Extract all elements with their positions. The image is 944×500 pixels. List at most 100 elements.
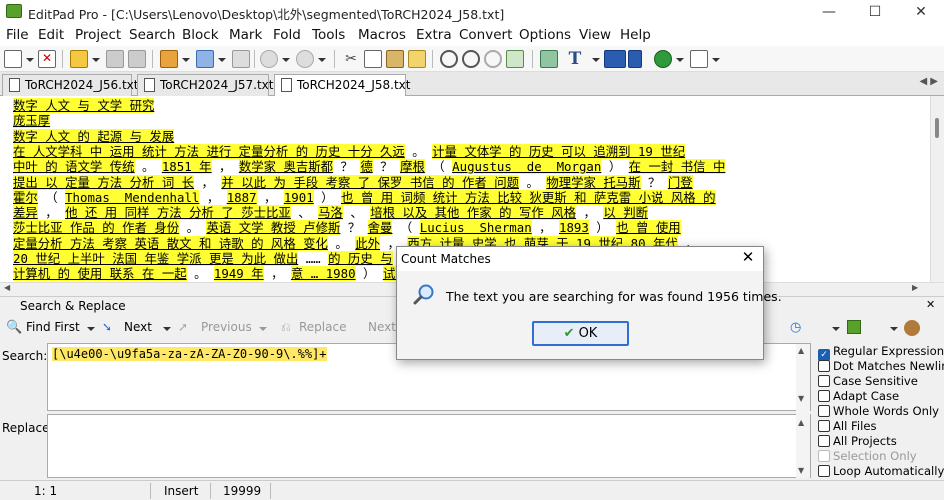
chevron-down-icon[interactable] xyxy=(318,58,326,62)
option-all-files[interactable]: All Files xyxy=(818,419,877,433)
paste-icon[interactable] xyxy=(386,50,404,68)
chevron-down-icon[interactable] xyxy=(182,58,190,62)
option-loop-automatically[interactable]: Loop Automatically xyxy=(818,464,944,478)
tab-scroll-arrows[interactable]: ◀ ▶ xyxy=(919,76,938,87)
indent-icon[interactable] xyxy=(540,50,558,68)
print-icon[interactable] xyxy=(196,50,214,68)
replace-next-button[interactable]: Next xyxy=(368,320,396,334)
checkbox[interactable] xyxy=(818,450,830,462)
find-previous-button[interactable]: Previous xyxy=(201,320,252,334)
chevron-down-icon[interactable] xyxy=(628,50,642,68)
menu-file[interactable]: File xyxy=(6,27,29,43)
search-field-scrollbar[interactable]: ▲ ▼ ▲ ▼ xyxy=(796,344,810,478)
chevron-down-icon[interactable] xyxy=(163,327,171,331)
checkbox[interactable] xyxy=(818,390,830,402)
owl-icon[interactable] xyxy=(904,320,920,336)
filter-icon[interactable] xyxy=(847,320,861,334)
zoom-out-icon[interactable] xyxy=(484,50,502,68)
insert-mode[interactable]: Insert xyxy=(164,484,198,498)
ok-button[interactable]: ✔ OK xyxy=(532,321,629,346)
scroll-right-icon[interactable]: ▶ xyxy=(912,283,918,292)
scroll-down-icon[interactable]: ▼ xyxy=(798,466,804,475)
dialog-close-button[interactable]: ✕ xyxy=(738,248,758,266)
replace-input[interactable] xyxy=(47,414,811,478)
option-adapt-case[interactable]: Adapt Case xyxy=(818,389,899,403)
chevron-down-icon[interactable] xyxy=(676,58,684,62)
chevron-down-icon[interactable] xyxy=(712,58,720,62)
tab-torch2024-j58[interactable]: ToRCH2024_J58.txt xyxy=(274,74,410,97)
chevron-down-icon[interactable] xyxy=(87,327,95,331)
open-folder-icon[interactable] xyxy=(70,50,88,68)
chevron-down-icon[interactable] xyxy=(259,327,267,331)
find-first-icon[interactable]: 🔍 xyxy=(6,320,22,335)
checkbox[interactable] xyxy=(818,465,830,477)
previous-arrow-icon[interactable]: ➚ xyxy=(178,320,188,334)
save-icon[interactable] xyxy=(106,50,124,68)
font-icon[interactable]: T xyxy=(566,50,584,68)
find-next-button[interactable]: Next xyxy=(124,320,152,334)
zoom-in-icon[interactable] xyxy=(462,50,480,68)
scroll-thumb[interactable] xyxy=(935,118,939,138)
web-browser-icon[interactable] xyxy=(654,50,672,68)
tab-torch2024-j57[interactable]: ToRCH2024_J57.txt xyxy=(137,74,273,96)
clipboard-edit-icon[interactable] xyxy=(408,50,426,68)
close-file-icon[interactable]: ✕ xyxy=(38,50,56,68)
checkbox[interactable] xyxy=(818,420,830,432)
close-window-button[interactable]: ✕ xyxy=(898,0,944,24)
word-wrap-icon[interactable] xyxy=(604,50,626,68)
scroll-up-icon[interactable]: ▲ xyxy=(798,346,804,355)
menu-extra[interactable]: Extra xyxy=(416,27,452,43)
search-icon[interactable] xyxy=(440,50,458,68)
new-file-icon[interactable] xyxy=(4,50,22,68)
option-whole-words-only[interactable]: Whole Words Only xyxy=(818,404,939,418)
close-icon[interactable]: ✕ xyxy=(926,298,935,311)
replace-button[interactable]: Replace xyxy=(299,320,346,334)
option-dot-matches-newline[interactable]: Dot Matches Newline xyxy=(818,359,944,373)
menu-help[interactable]: Help xyxy=(620,27,651,43)
project-icon[interactable] xyxy=(160,50,178,68)
undo-icon[interactable] xyxy=(260,50,278,68)
cut-icon[interactable]: ✂ xyxy=(342,50,360,68)
scroll-down-icon[interactable]: ▼ xyxy=(798,394,804,403)
find-first-button[interactable]: Find First xyxy=(26,320,80,334)
replace-icon[interactable] xyxy=(506,50,524,68)
copy-icon[interactable] xyxy=(364,50,382,68)
editpad-app-icon[interactable] xyxy=(6,4,22,18)
checkbox[interactable] xyxy=(818,405,830,417)
checkbox[interactable] xyxy=(818,435,830,447)
print-preview-icon[interactable] xyxy=(232,50,250,68)
chevron-down-icon[interactable] xyxy=(92,58,100,62)
checkbox[interactable] xyxy=(818,375,830,387)
menu-edit[interactable]: Edit xyxy=(38,27,64,43)
menu-tools[interactable]: Tools xyxy=(312,27,345,43)
redo-icon[interactable] xyxy=(296,50,314,68)
menu-project[interactable]: Project xyxy=(75,27,121,43)
save-all-icon[interactable] xyxy=(128,50,146,68)
next-arrow-icon[interactable]: ➘ xyxy=(102,320,112,334)
menu-block[interactable]: Block xyxy=(182,27,219,43)
vertical-scrollbar[interactable] xyxy=(930,96,944,282)
chevron-down-icon[interactable] xyxy=(592,58,600,62)
minimize-button[interactable]: — xyxy=(806,0,852,24)
chevron-down-icon[interactable] xyxy=(218,58,226,62)
checkbox[interactable] xyxy=(818,360,830,372)
history-icon[interactable]: ◷ xyxy=(790,320,801,335)
chevron-down-icon[interactable] xyxy=(282,58,290,62)
new-document-icon[interactable] xyxy=(690,50,708,68)
menu-fold[interactable]: Fold xyxy=(273,27,301,43)
menu-search[interactable]: Search xyxy=(129,27,175,43)
maximize-button[interactable]: ☐ xyxy=(852,0,898,24)
menu-convert[interactable]: Convert xyxy=(459,27,512,43)
chevron-down-icon[interactable] xyxy=(26,58,34,62)
chevron-down-icon[interactable] xyxy=(832,327,840,331)
menu-macros[interactable]: Macros xyxy=(358,27,406,43)
chevron-down-icon[interactable] xyxy=(890,327,898,331)
scroll-left-icon[interactable]: ◀ xyxy=(4,283,10,292)
menu-options[interactable]: Options xyxy=(519,27,571,43)
tab-torch2024-j56[interactable]: ToRCH2024_J56.txt xyxy=(2,74,138,96)
menu-view[interactable]: View xyxy=(579,27,611,43)
replace-icon[interactable]: ⎌ xyxy=(281,320,291,335)
scroll-up-icon[interactable]: ▲ xyxy=(798,418,804,427)
option-case-sensitive[interactable]: Case Sensitive xyxy=(818,374,918,388)
menu-mark[interactable]: Mark xyxy=(229,27,262,43)
